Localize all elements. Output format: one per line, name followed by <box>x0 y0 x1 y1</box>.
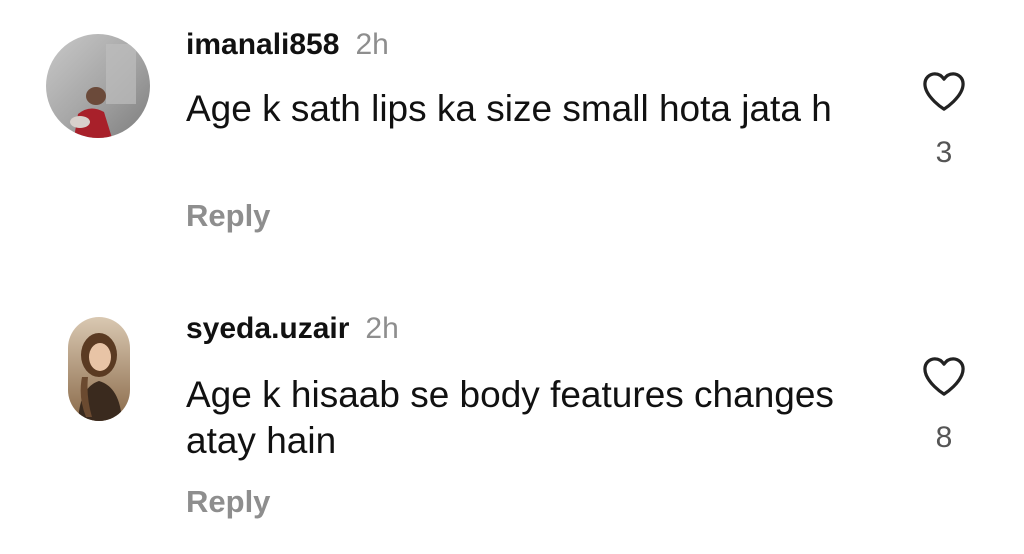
like-section: 8 <box>918 355 970 455</box>
username[interactable]: imanali858 <box>186 28 339 62</box>
heart-outline-icon[interactable] <box>918 355 970 397</box>
comment-text: Age k sath lips ka size small hota jata … <box>186 88 832 129</box>
avatar[interactable] <box>68 317 130 421</box>
comment-header: imanali858 2h <box>186 28 389 68</box>
timestamp: 2h <box>365 312 399 345</box>
like-section: 3 <box>918 70 970 170</box>
heart-outline-icon[interactable] <box>918 70 970 112</box>
comment-text: Age k hisaab se body features changes at… <box>186 374 834 461</box>
username[interactable]: syeda.uzair <box>186 312 349 346</box>
like-count: 3 <box>935 136 953 169</box>
timestamp: 2h <box>355 28 389 61</box>
reply-button[interactable]: Reply <box>186 484 270 520</box>
comment-header: syeda.uzair 2h <box>186 312 399 352</box>
like-count: 8 <box>935 421 953 454</box>
avatar[interactable] <box>46 34 150 138</box>
reply-button[interactable]: Reply <box>186 198 270 234</box>
comments-list: imanali858 2h Age k sath lips ka size sm… <box>0 0 1024 554</box>
